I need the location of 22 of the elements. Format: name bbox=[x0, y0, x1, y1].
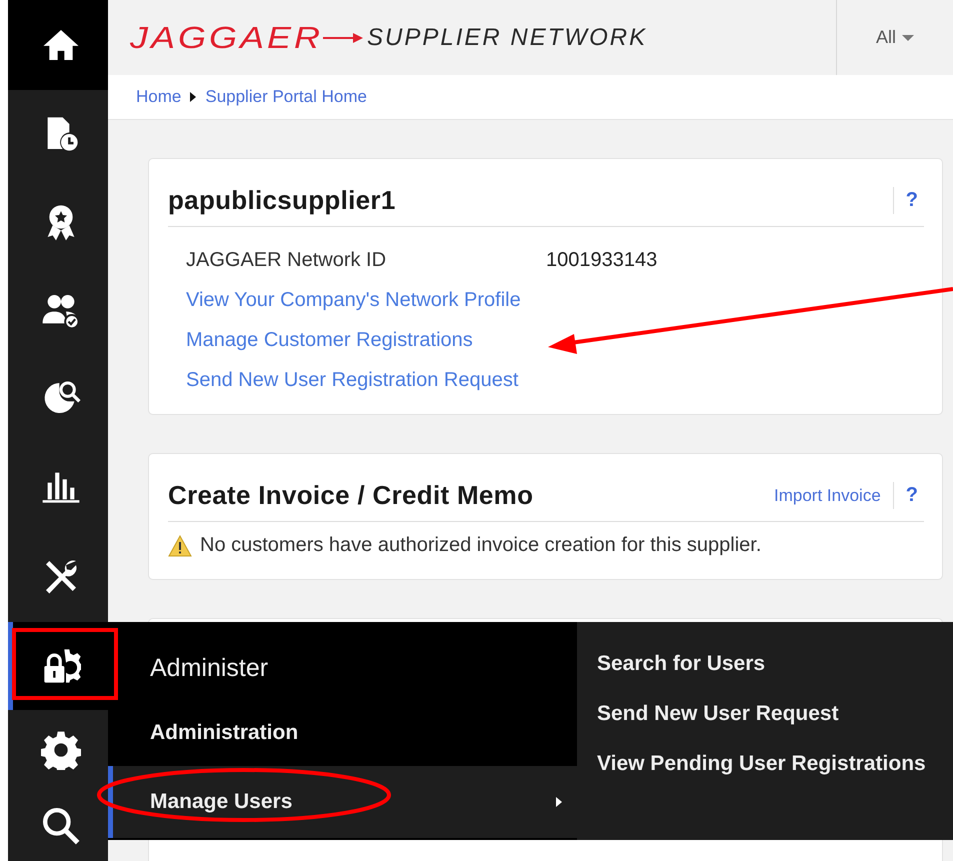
field-label: JAGGAER Network ID bbox=[186, 249, 388, 272]
logo-wordmark: JAGGAER bbox=[130, 20, 324, 56]
notice-text: No customers have authorized invoice creation for this supplier. bbox=[200, 534, 762, 557]
submenu-item[interactable]: Send New User Request bbox=[597, 702, 953, 726]
help-link[interactable]: ? bbox=[892, 187, 918, 214]
scope-dropdown[interactable]: All bbox=[876, 27, 896, 48]
product-name: SUPPLIER NETWORK bbox=[367, 24, 648, 52]
menu-item[interactable]: Manage Users bbox=[108, 766, 577, 838]
profile-link[interactable]: Send New User Registration Request bbox=[186, 369, 518, 391]
card-title: papublicsupplier1 bbox=[168, 185, 397, 216]
submenu-item[interactable]: View Pending User Registrations bbox=[597, 752, 953, 776]
import-link[interactable]: Import Invoice bbox=[774, 486, 881, 506]
help-link[interactable]: ? bbox=[892, 482, 918, 509]
breadcrumb-link[interactable]: Home bbox=[136, 87, 182, 107]
profile-link[interactable]: Manage Customer Registrations bbox=[186, 329, 473, 351]
breadcrumb-link[interactable]: Supplier Portal Home bbox=[205, 87, 367, 107]
menu-item[interactable]: Administration bbox=[108, 700, 577, 766]
profile-link[interactable]: View Your Company's Network Profile bbox=[186, 289, 521, 311]
submenu-item[interactable]: Search for Users bbox=[597, 652, 953, 676]
menu-heading: Administer bbox=[149, 653, 270, 684]
field-value: 1001933143 bbox=[546, 249, 658, 272]
card-title: Create Invoice / Credit Memo bbox=[168, 480, 534, 511]
